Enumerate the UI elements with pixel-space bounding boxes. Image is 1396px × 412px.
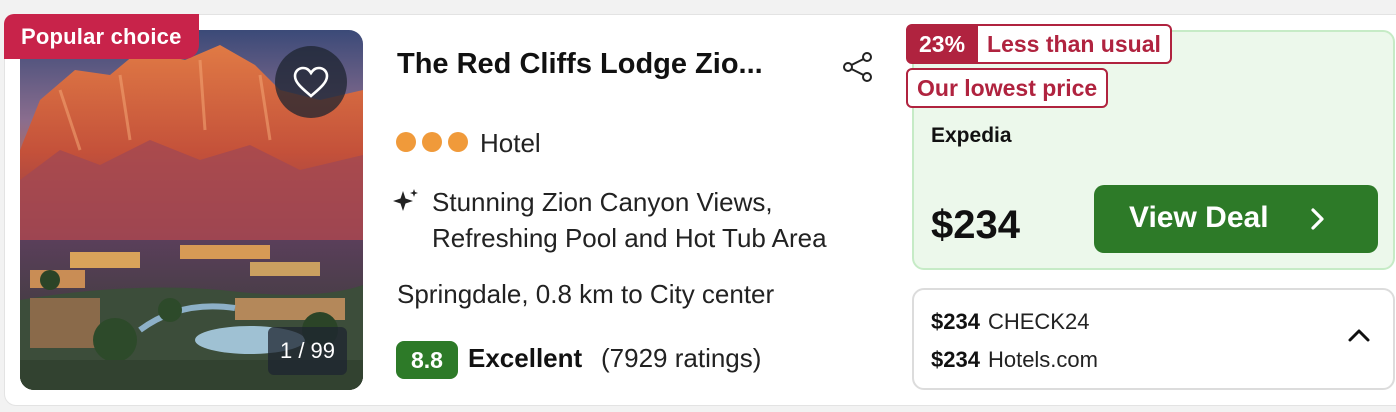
star-rating [396, 132, 468, 152]
offer-provider: Hotels.com [987, 347, 1098, 372]
lowest-price-badge: Our lowest price [906, 68, 1109, 108]
offer-price: $234 [931, 347, 980, 372]
rating-word: Excellent [468, 343, 583, 373]
amenities-line: Stunning Zion Canyon Views, [432, 187, 773, 217]
offer-price: $234 [931, 309, 980, 334]
share-icon [843, 52, 872, 82]
discount-label: Less than usual [978, 24, 1172, 64]
location-text: Springdale, 0.8 km to City center [397, 279, 775, 309]
rating-count[interactable]: (7929 ratings) [601, 343, 761, 374]
chevron-right-icon [1311, 208, 1324, 230]
discount-percent: 23% [906, 24, 979, 64]
other-offers-panel[interactable] [912, 288, 1395, 390]
popular-choice-badge: Popular choice [4, 14, 199, 59]
star-dot [422, 132, 442, 152]
view-deal-button[interactable]: View Deal [1094, 185, 1378, 253]
review-score-badge: 8.8 [396, 341, 458, 379]
sparkle-icon [393, 188, 419, 219]
offer-row[interactable]: $234 Hotels.com [931, 347, 1098, 373]
amenities-highlight: Stunning Zion Canyon Views, Refreshing P… [432, 184, 892, 256]
offer-provider: CHECK24 [987, 309, 1090, 334]
favorite-button[interactable] [275, 46, 347, 118]
star-dot [448, 132, 468, 152]
hotel-title[interactable]: The Red Cliffs Lodge Zio... [397, 48, 763, 81]
heart-icon [293, 66, 329, 98]
offer-row[interactable]: $234 CHECK24 [931, 309, 1089, 335]
deal-provider: Expedia [931, 124, 1012, 147]
chevron-up-icon [1348, 329, 1370, 342]
discount-badge: 23% Less than usual [906, 24, 1172, 64]
deal-price: $234 [931, 203, 1020, 247]
amenities-line: Refreshing Pool and Hot Tub Area [432, 223, 827, 253]
view-deal-label: View Deal [1129, 201, 1269, 234]
star-dot [396, 132, 416, 152]
share-button[interactable] [842, 52, 874, 87]
collapse-offers-button[interactable] [1347, 327, 1371, 348]
property-type: Hotel [480, 128, 541, 158]
photo-counter: 1 / 99 [268, 327, 347, 375]
